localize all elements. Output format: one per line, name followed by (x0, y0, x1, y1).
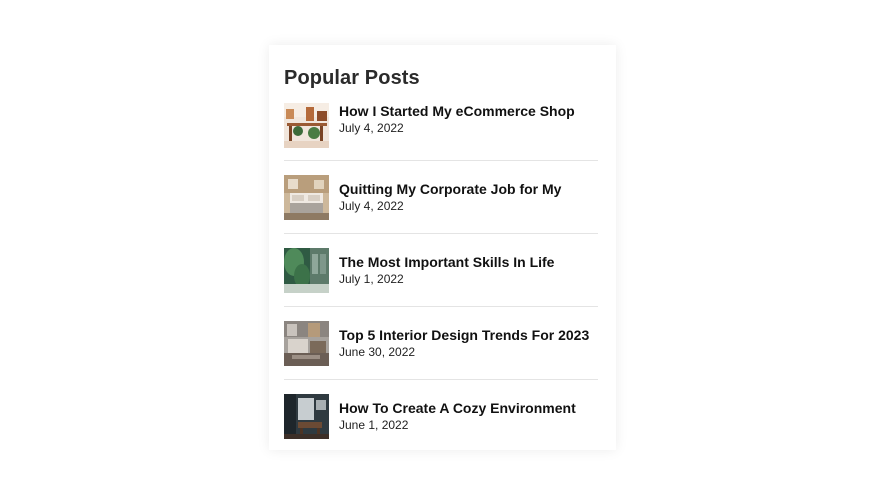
living-room-image (284, 320, 329, 366)
post-title-link[interactable]: The Most Important Skills In Life (339, 254, 554, 271)
post-thumbnail[interactable] (284, 320, 329, 366)
plant-leaves-image (284, 247, 329, 293)
widget-title: Popular Posts (284, 67, 420, 89)
post-thumbnail[interactable] (284, 174, 329, 220)
post-title-link[interactable]: How To Create A Cozy Environment (339, 400, 576, 417)
post-list: How I Started My eCommerce Shop July 4, … (284, 103, 598, 453)
page: Popular Posts How I Started My eCommerce… (0, 0, 884, 495)
cozy-room-image (284, 394, 329, 439)
post-date: July 4, 2022 (339, 198, 404, 213)
list-item[interactable]: How To Create A Cozy Environment June 1,… (284, 380, 598, 453)
post-date: July 4, 2022 (339, 121, 404, 135)
post-date: June 30, 2022 (339, 344, 416, 359)
post-thumbnail[interactable] (284, 247, 329, 293)
post-text: Quitting My Corporate Job for My July 4,… (339, 181, 561, 214)
post-text: How I Started My eCommerce Shop July 4, … (339, 103, 575, 136)
post-text: How To Create A Cozy Environment June 1,… (339, 400, 576, 433)
list-item[interactable]: Quitting My Corporate Job for My July 4,… (284, 161, 598, 234)
post-date: June 1, 2022 (339, 418, 409, 432)
post-thumbnail[interactable] (284, 394, 329, 439)
list-item[interactable]: The Most Important Skills In Life July 1… (284, 234, 598, 307)
post-text: The Most Important Skills In Life July 1… (339, 254, 554, 287)
popular-posts-widget: Popular Posts How I Started My eCommerce… (269, 45, 616, 450)
post-text: Top 5 Interior Design Trends For 2023 Ju… (339, 327, 589, 360)
post-title-link[interactable]: Quitting My Corporate Job for My (339, 181, 561, 198)
post-title-link[interactable]: How I Started My eCommerce Shop (339, 103, 575, 120)
list-item[interactable]: Top 5 Interior Design Trends For 2023 Ju… (284, 307, 598, 380)
list-item[interactable]: How I Started My eCommerce Shop July 4, … (284, 103, 598, 161)
bedroom-image (284, 174, 329, 220)
post-date: July 1, 2022 (339, 271, 404, 286)
post-title-link[interactable]: Top 5 Interior Design Trends For 2023 (339, 327, 589, 344)
shop-interior-image (284, 103, 329, 148)
post-thumbnail[interactable] (284, 103, 329, 148)
